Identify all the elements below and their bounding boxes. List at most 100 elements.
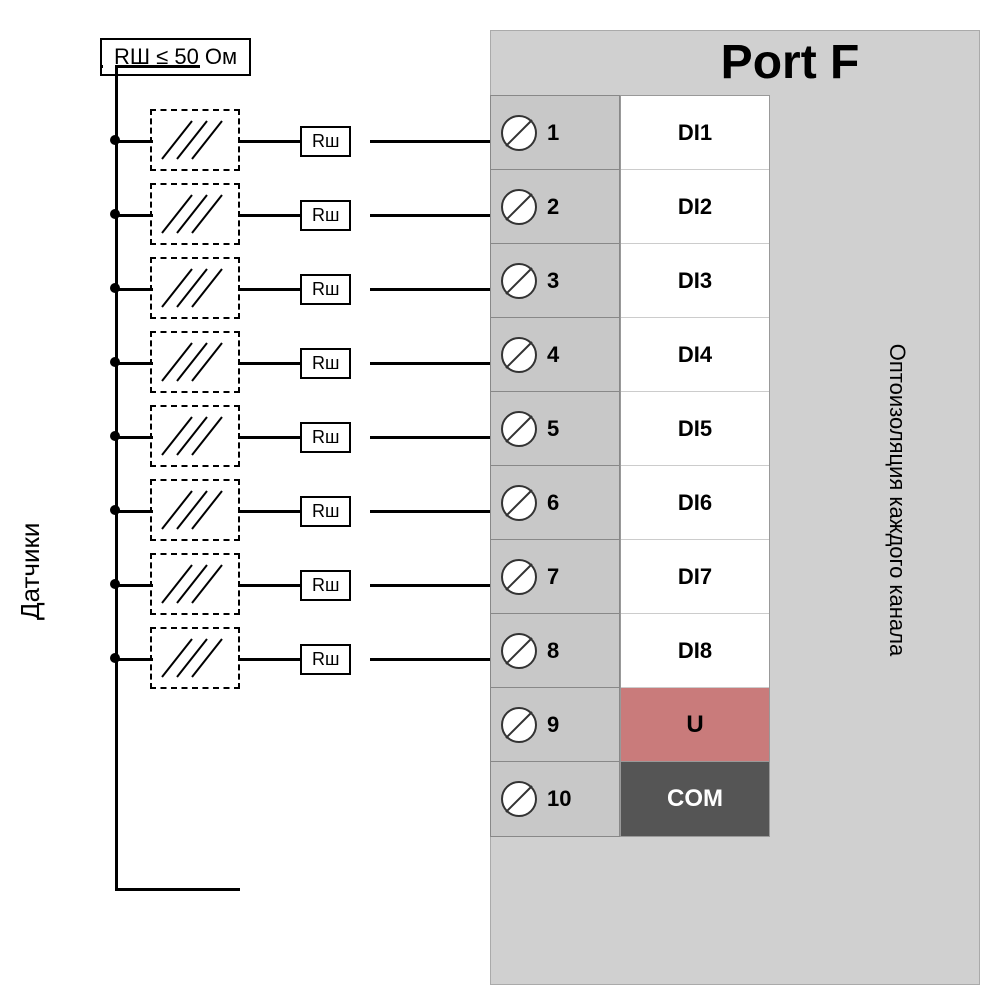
h-line-bus-sensor-4	[115, 362, 153, 365]
terminal-row-9: 9	[491, 688, 619, 762]
h-line-rsh-terminal-4	[370, 362, 495, 365]
row-num-7: 7	[547, 564, 559, 590]
sensor-slash-6	[152, 481, 238, 539]
h-line-sensor-rsh-3	[240, 288, 300, 291]
terminal-row-5: 5	[491, 392, 619, 466]
row-num-1: 1	[547, 120, 559, 146]
row-num-2: 2	[547, 194, 559, 220]
sensor-box-7	[150, 553, 240, 615]
main-container: Port F Оптоизоляция каждого канала RШ ≤ …	[0, 0, 1000, 1000]
rsh-box-5: Rш	[300, 422, 351, 453]
h-line-rsh-terminal-6	[370, 510, 495, 513]
sensor-box-8	[150, 627, 240, 689]
rsh-box-2: Rш	[300, 200, 351, 231]
circle-slash-icon-8	[499, 631, 539, 671]
di-row-2: DI2	[621, 170, 769, 244]
h-line-sensor-rsh-7	[240, 584, 300, 587]
terminal-row-10: 10	[491, 762, 619, 836]
h-line-bus-sensor-8	[115, 658, 153, 661]
circle-slash-icon-1	[499, 113, 539, 153]
h-line-rsh-terminal-2	[370, 214, 495, 217]
sensor-slash-4	[152, 333, 238, 391]
sensor-box-5	[150, 405, 240, 467]
rsh-box-1: Rш	[300, 126, 351, 157]
circle-slash-icon-5	[499, 409, 539, 449]
sensor-box-3	[150, 257, 240, 319]
h-line-sensor-rsh-8	[240, 658, 300, 661]
terminal-row-7: 7	[491, 540, 619, 614]
h-line-sensor-rsh-4	[240, 362, 300, 365]
bus-dot-2	[110, 209, 120, 219]
h-line-bus-sensor-2	[115, 214, 153, 217]
bus-dot-6	[110, 505, 120, 515]
sensor-box-6	[150, 479, 240, 541]
circle-slash-icon-4	[499, 335, 539, 375]
circle-slash-icon-7	[499, 557, 539, 597]
di-row-4: DI4	[621, 318, 769, 392]
sensor-slash-8	[152, 629, 238, 687]
h-line-sensor-rsh-6	[240, 510, 300, 513]
circle-slash-icon-3	[499, 261, 539, 301]
rsh-box-6: Rш	[300, 496, 351, 527]
rsh-box-7: Rш	[300, 570, 351, 601]
u-cell: U	[621, 688, 769, 762]
terminal-row-3: 3	[491, 244, 619, 318]
circle-slash-icon-6	[499, 483, 539, 523]
opto-label: Оптоизоляция каждого канала	[884, 200, 910, 800]
v-line-to-box	[115, 65, 118, 100]
com-cell: COM	[621, 762, 769, 836]
sensor-box-2	[150, 183, 240, 245]
bus-dot-4	[110, 357, 120, 367]
sensor-slash-5	[152, 407, 238, 465]
h-line-rsh-terminal-8	[370, 658, 495, 661]
rsh-box-8: Rш	[300, 644, 351, 675]
circle-slash-icon-9	[499, 705, 539, 745]
h-line-to-rsh-limit	[100, 65, 103, 68]
h-line-sensor-rsh-1	[240, 140, 300, 143]
h-line-sensor-rsh-5	[240, 436, 300, 439]
terminal-column: 1 2 3 4	[490, 95, 620, 837]
terminal-row-6: 6	[491, 466, 619, 540]
sensor-box-1	[150, 109, 240, 171]
sensor-slash-7	[152, 555, 238, 613]
rsh-box-4: Rш	[300, 348, 351, 379]
di-row-8: DI8	[621, 614, 769, 688]
row-num-10: 10	[547, 786, 571, 812]
sensor-slash-2	[152, 185, 238, 243]
circle-slash-icon-2	[499, 187, 539, 227]
h-line-rsh-terminal-5	[370, 436, 495, 439]
h-line-bus-sensor-7	[115, 584, 153, 587]
di-row-3: DI3	[621, 244, 769, 318]
bus-dot-3	[110, 283, 120, 293]
bus-dot-7	[110, 579, 120, 589]
h-line-top	[115, 65, 200, 68]
bus-dot-1	[110, 135, 120, 145]
h-line-bus-sensor-1	[115, 140, 153, 143]
h-line-bus-sensor-3	[115, 288, 153, 291]
rsh-box-3: Rш	[300, 274, 351, 305]
row-num-9: 9	[547, 712, 559, 738]
di-row-7: DI7	[621, 540, 769, 614]
terminal-row-4: 4	[491, 318, 619, 392]
terminal-row-1: 1	[491, 96, 619, 170]
h-line-bus-sensor-6	[115, 510, 153, 513]
sensor-box-4	[150, 331, 240, 393]
di-row-1: DI1	[621, 96, 769, 170]
row-num-6: 6	[547, 490, 559, 516]
di-label-panel: DI1 DI2 DI3 DI4 DI5 DI6 DI7 DI8 U COM	[620, 95, 770, 837]
row-num-5: 5	[547, 416, 559, 442]
h-line-rsh-terminal-1	[370, 140, 495, 143]
h-line-bus-sensor-5	[115, 436, 153, 439]
h-line-sensor-rsh-2	[240, 214, 300, 217]
datchiki-label: Датчики	[15, 523, 46, 620]
terminal-row-8: 8	[491, 614, 619, 688]
h-line-rsh-terminal-3	[370, 288, 495, 291]
sensor-slash-1	[152, 111, 238, 169]
circle-slash-icon-10	[499, 779, 539, 819]
row-num-4: 4	[547, 342, 559, 368]
di-row-5: DI5	[621, 392, 769, 466]
rsh-limit-box: RШ ≤ 50 Ом	[100, 38, 251, 76]
row-num-8: 8	[547, 638, 559, 664]
bus-dot-8	[110, 653, 120, 663]
di-row-6: DI6	[621, 466, 769, 540]
